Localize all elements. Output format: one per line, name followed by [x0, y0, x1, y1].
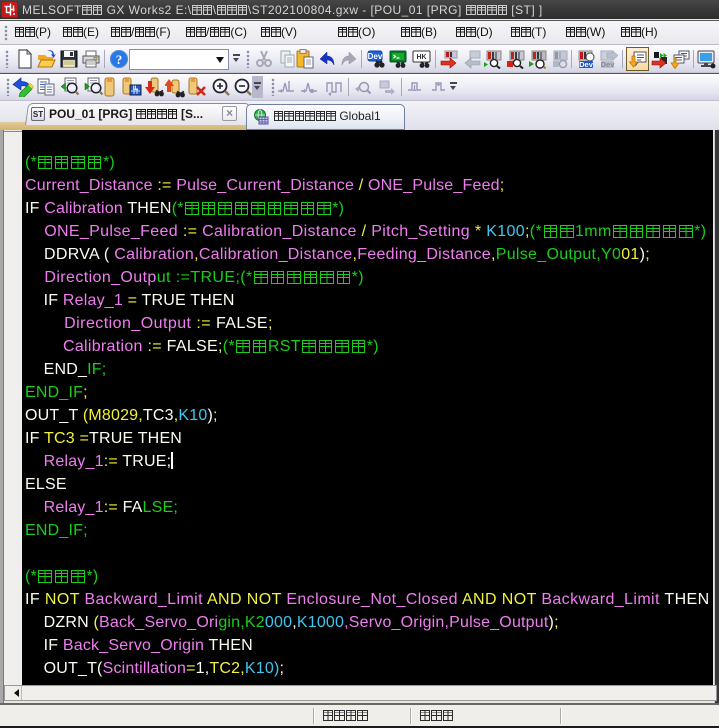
- svg-text:HK: HK: [416, 54, 426, 61]
- svg-text:Dev: Dev: [601, 60, 616, 69]
- svg-text:Dev: Dev: [368, 52, 383, 61]
- svg-text:Dev: Dev: [579, 60, 594, 69]
- svg-text:?: ?: [116, 52, 123, 67]
